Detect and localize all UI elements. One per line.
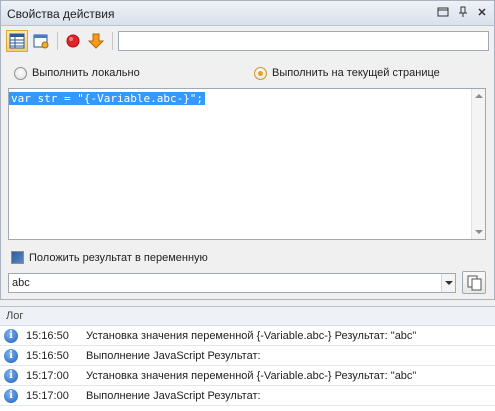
toolbar-input[interactable] (118, 31, 489, 51)
log-panel: Лог i 15:16:50 Установка значения переме… (0, 306, 495, 411)
pin-icon[interactable] (456, 6, 470, 20)
record-stop-icon (63, 34, 83, 54)
window-list-icon[interactable] (436, 6, 450, 20)
log-message: Установка значения переменной {-Variable… (86, 330, 417, 342)
panel-titlebar: Свойства действия (1, 1, 494, 26)
stop-button[interactable] (62, 30, 84, 52)
copy-button[interactable] (462, 271, 486, 294)
log-entry[interactable]: i 15:17:00 Установка значения переменной… (0, 366, 495, 386)
run-on-page-radio[interactable] (254, 66, 267, 80)
copy-icon (463, 275, 485, 296)
log-message: Выполнение JavaScript Результат: (86, 350, 261, 362)
scroll-down-arrow-icon[interactable] (475, 230, 483, 234)
editor-scrollbar[interactable] (471, 89, 485, 239)
table-view-icon (7, 33, 27, 54)
log-entry[interactable]: i 15:17:00 Выполнение JavaScript Результ… (0, 386, 495, 406)
toolbar-separator (112, 32, 113, 50)
log-entry[interactable]: i 15:16:50 Выполнение JavaScript Результ… (0, 346, 495, 366)
arrow-down-icon (86, 33, 106, 54)
edit-settings-icon (31, 34, 51, 54)
scroll-up-arrow-icon[interactable] (475, 94, 483, 98)
step-down-button[interactable] (85, 30, 107, 52)
run-locally-label: Выполнить локально (32, 67, 140, 79)
run-locally-option[interactable]: Выполнить локально (14, 65, 140, 81)
info-icon: i (4, 389, 18, 403)
close-icon[interactable] (475, 6, 489, 20)
log-entry[interactable]: i 15:16:50 Установка значения переменной… (0, 326, 495, 346)
info-icon: i (4, 329, 18, 343)
variable-select[interactable]: abc (8, 273, 456, 293)
log-time: 15:16:50 (26, 350, 69, 362)
save-result-checkbox[interactable] (11, 251, 24, 264)
save-result-label: Положить результат в переменную (29, 251, 208, 264)
run-on-page-label: Выполнить на текущей странице (272, 67, 440, 79)
log-message: Установка значения переменной {-Variable… (86, 370, 417, 382)
log-time: 15:17:00 (26, 370, 69, 382)
info-icon: i (4, 349, 18, 363)
action-properties-panel: Свойства действия Выполнить локально Вып… (0, 0, 495, 300)
log-message: Выполнение JavaScript Результат: (86, 390, 261, 402)
toolbar (1, 27, 494, 55)
chevron-down-icon[interactable] (441, 274, 455, 292)
variable-value: abc (12, 277, 30, 289)
toolbar-separator (57, 32, 58, 50)
log-title: Лог (0, 307, 495, 326)
edit-settings-button[interactable] (30, 30, 52, 52)
info-icon: i (4, 369, 18, 383)
table-view-button[interactable] (6, 30, 28, 52)
code-line[interactable]: var str = "{-Variable.abc-}"; (9, 92, 206, 105)
run-on-page-option[interactable]: Выполнить на текущей странице (254, 65, 440, 81)
log-time: 15:16:50 (26, 330, 69, 342)
save-result-option[interactable]: Положить результат в переменную (11, 251, 208, 264)
run-locally-radio[interactable] (14, 66, 27, 80)
code-editor[interactable]: var str = "{-Variable.abc-}"; (8, 88, 486, 240)
log-time: 15:17:00 (26, 390, 69, 402)
panel-title: Свойства действия (7, 7, 115, 21)
